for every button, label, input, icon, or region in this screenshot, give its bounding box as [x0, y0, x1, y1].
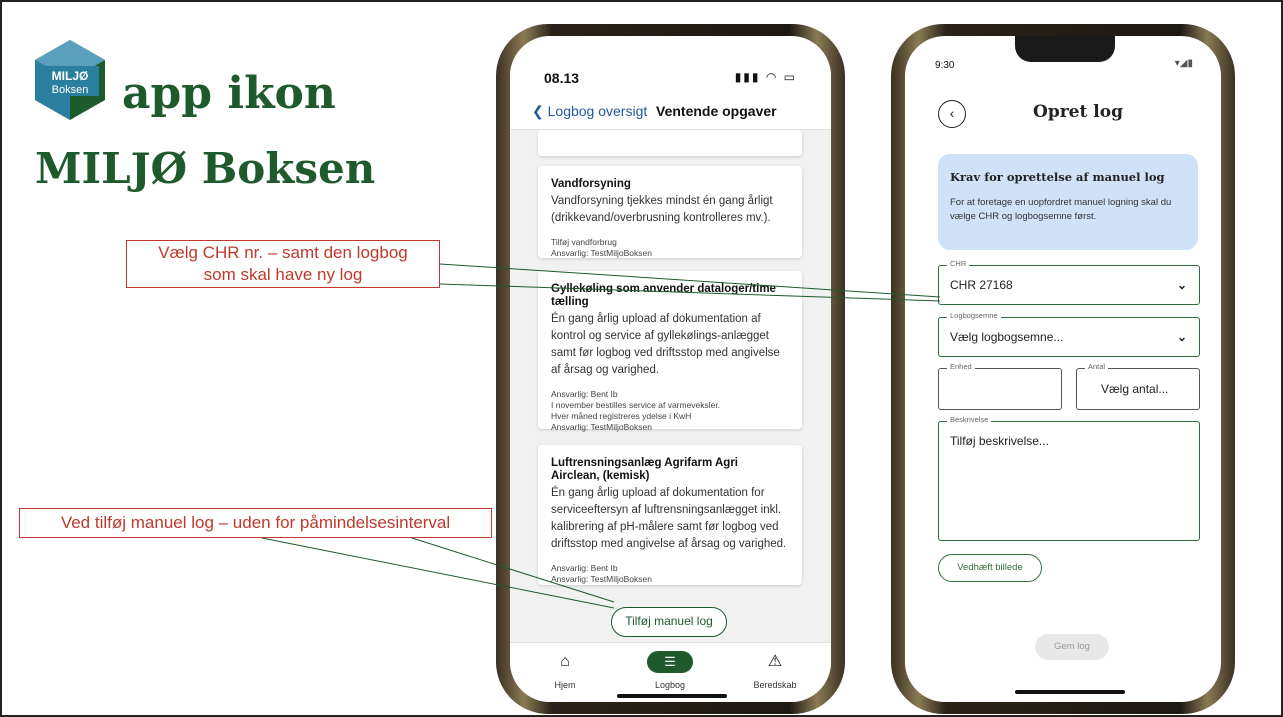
- task-meta: Ansvarlig: TestMiljoBoksen: [551, 422, 652, 432]
- phone-right-screen: 9:30 ▾◢▮ ‹ Opret log Krav for oprettelse…: [905, 36, 1221, 702]
- task-card[interactable]: Vandforsyning Vandforsyning tjekkes mind…: [538, 166, 802, 258]
- logbogsemne-label: Logbogsemne: [947, 311, 1001, 320]
- save-log-button[interactable]: Gem log: [1035, 634, 1109, 660]
- attach-image-button[interactable]: Vedhæft billede: [938, 554, 1042, 582]
- callout-chr: Vælg CHR nr. – samt den logbog som skal …: [126, 240, 440, 288]
- task-desc: Én gang årlig upload af dokumentation fo…: [551, 487, 787, 550]
- callout-chr-line2: som skal have ny log: [203, 265, 363, 284]
- slide: MILJØ Boksen app ikon MILJØ Boksen Vælg …: [0, 0, 1283, 717]
- task-meta: Hver måned registreres ydelse i KwH: [551, 411, 692, 421]
- back-label: Logbog oversigt: [547, 103, 648, 119]
- home-icon: ⌂: [560, 653, 570, 670]
- beskrivelse-field[interactable]: Beskrivelse Tilføj beskrivelse...: [938, 415, 1200, 541]
- tab-home-label: Hjem: [554, 680, 576, 690]
- task-meta: Ansvarlig: TestMiljoBoksen: [551, 574, 652, 584]
- task-meta: Ansvarlig: TestMiljoBoksen: [551, 248, 652, 258]
- task-title: Gyllekøling som anvender dataloger/time …: [551, 283, 776, 308]
- home-indicator: [1015, 690, 1125, 694]
- info-title: Krav for oprettelse af manuel log: [950, 170, 1165, 184]
- enhed-field[interactable]: Enhed: [938, 362, 1062, 410]
- info-box: Krav for oprettelse af manuel log For at…: [938, 154, 1198, 250]
- tab-beredskab-label: Beredskab: [753, 680, 797, 690]
- status-icons: ▮▮▮ ◠ ▭: [734, 70, 797, 84]
- chr-value: CHR 27168: [950, 278, 1013, 292]
- enhed-label: Enhed: [947, 362, 975, 371]
- task-desc: Vandforsyning tjekkes mindst én gang årl…: [551, 195, 773, 224]
- antal-label: Antal: [1085, 362, 1109, 371]
- task-card[interactable]: Luftrensningsanlæg Agrifarm Agri Airclea…: [538, 445, 802, 585]
- callout-manual-log: Ved tilføj manuel log – uden for påminde…: [19, 508, 492, 538]
- status-time: 08.13: [544, 70, 580, 86]
- info-text: For at foretage en uopfordret manuel log…: [950, 197, 1172, 222]
- logbogsemne-value: Vælg logbogsemne...: [950, 330, 1064, 344]
- tab-bar: ⌂ Hjem ☰ Logbog ⚠ Beredskab: [510, 642, 831, 702]
- status-icons: ▾◢▮: [1174, 58, 1193, 69]
- chr-label: CHR: [947, 259, 970, 268]
- miljo-boksen-logo-icon: MILJØ Boksen: [35, 40, 105, 120]
- chr-select[interactable]: CHR CHR 27168 ⌄: [938, 259, 1200, 305]
- nav-title: Ventende opgaver: [656, 103, 777, 119]
- task-meta: Tilføj vandforbrug: [551, 237, 617, 247]
- home-indicator: [617, 694, 727, 698]
- antal-field[interactable]: Antal Vælg antal...: [1076, 362, 1200, 410]
- title-line1: app ikon: [122, 68, 336, 119]
- callout-chr-line1: Vælg CHR nr. – samt den logbog: [158, 243, 408, 262]
- tab-home[interactable]: ⌂ Hjem: [520, 643, 610, 693]
- title-line2: MILJØ Boksen: [35, 144, 376, 193]
- task-title: Vandforsyning: [551, 178, 631, 190]
- beskrivelse-value: Tilføj beskrivelse...: [950, 434, 1049, 448]
- task-card[interactable]: Gyllekøling som anvender dataloger/time …: [538, 271, 802, 432]
- notch: [1015, 36, 1115, 62]
- phone-left: 08.13 ▮▮▮ ◠ ▭ ❮ Logbog oversigt Ventende…: [496, 24, 845, 714]
- page-title: Opret log: [1033, 102, 1123, 122]
- task-card-partial[interactable]: [538, 130, 802, 156]
- phone-left-screen: 08.13 ▮▮▮ ◠ ▭ ❮ Logbog oversigt Ventende…: [510, 36, 831, 702]
- logbogsemne-select[interactable]: Logbogsemne Vælg logbogsemne... ⌄: [938, 311, 1200, 357]
- chevron-left-icon: ❮: [532, 103, 548, 119]
- tab-logbog[interactable]: ☰ Logbog: [625, 643, 715, 693]
- status-bar: 08.13 ▮▮▮ ◠ ▭: [510, 36, 831, 96]
- warning-icon: ⚠: [767, 653, 783, 670]
- add-manual-log-button[interactable]: Tilføj manuel log: [611, 607, 727, 637]
- logbook-icon: ☰: [647, 651, 693, 673]
- task-meta: Ansvarlig: Bent Ib: [551, 389, 618, 399]
- status-time: 9:30: [935, 60, 955, 71]
- logo-text-bottom: Boksen: [52, 84, 89, 96]
- chevron-down-icon: ⌄: [1176, 278, 1187, 292]
- beskrivelse-label: Beskrivelse: [947, 415, 992, 424]
- back-button[interactable]: ❮ Logbog oversigt: [532, 103, 647, 120]
- phone-right: 9:30 ▾◢▮ ‹ Opret log Krav for oprettelse…: [891, 24, 1235, 714]
- antal-value: Vælg antal...: [1101, 382, 1169, 396]
- task-meta: I november bestilles service af varmevek…: [551, 400, 721, 410]
- tab-logbog-label: Logbog: [654, 680, 686, 690]
- task-meta: Ansvarlig: Bent Ib: [551, 563, 618, 573]
- task-title: Luftrensningsanlæg Agrifarm Agri Airclea…: [551, 457, 738, 482]
- logo-text-top: MILJØ: [52, 69, 89, 83]
- chevron-down-icon: ⌄: [1176, 330, 1187, 344]
- nav-bar: ❮ Logbog oversigt Ventende opgaver: [510, 96, 831, 130]
- task-desc: Én gang årlig upload af dokumentation af…: [551, 313, 780, 376]
- tab-beredskab[interactable]: ⚠ Beredskab: [730, 643, 820, 693]
